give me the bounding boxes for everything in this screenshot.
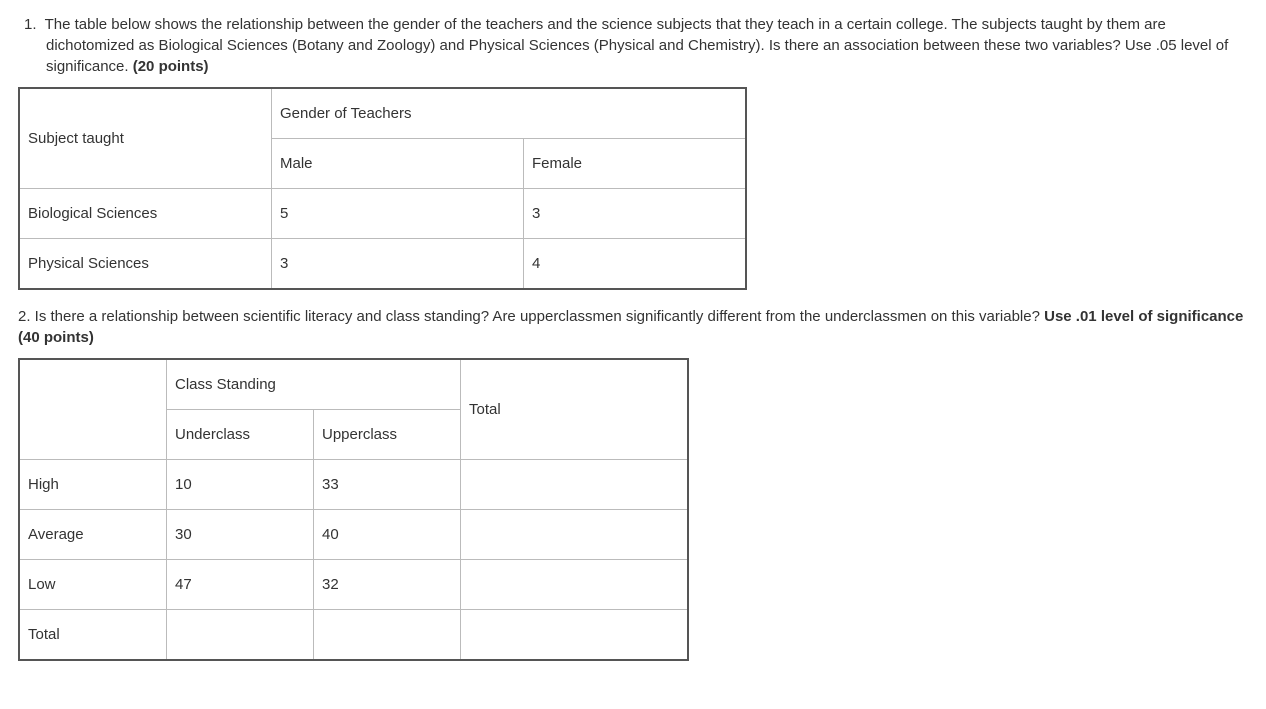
t2-total-header: Total — [461, 359, 689, 460]
t1-cell: 5 — [272, 189, 524, 239]
t1-col-group-title: Gender of Teachers — [272, 88, 747, 139]
t2-cell-total — [461, 460, 689, 510]
t1-cell: 4 — [524, 239, 747, 290]
t2-col-group-title: Class Standing — [167, 359, 461, 410]
t2-corner-blank — [19, 359, 167, 460]
t1-row-label: Physical Sciences — [19, 239, 272, 290]
table-1: Subject taught Gender of Teachers Male F… — [18, 87, 747, 290]
t2-cell: 30 — [167, 510, 314, 560]
question-2-text: 2. Is there a relationship between scien… — [18, 308, 1044, 325]
t1-row-label: Biological Sciences — [19, 189, 272, 239]
t2-cell-total — [461, 560, 689, 610]
t2-cell-total — [461, 510, 689, 560]
question-1-points: (20 points) — [133, 58, 209, 75]
t2-cell: 47 — [167, 560, 314, 610]
question-2: 2. Is there a relationship between scien… — [18, 306, 1248, 348]
t1-col-header-male: Male — [272, 139, 524, 189]
t2-cell-total — [167, 610, 314, 661]
t2-row-label: Low — [19, 560, 167, 610]
table-row: Average 30 40 — [19, 510, 688, 560]
t2-cell: 40 — [314, 510, 461, 560]
question-1-number: 1. — [24, 16, 37, 33]
t1-cell: 3 — [272, 239, 524, 290]
t2-col-header-upperclass: Upperclass — [314, 410, 461, 460]
t2-cell-total — [461, 610, 689, 661]
t2-cell: 32 — [314, 560, 461, 610]
t1-cell: 3 — [524, 189, 747, 239]
t2-cell: 10 — [167, 460, 314, 510]
t2-cell: 33 — [314, 460, 461, 510]
question-2-points: (40 points) — [18, 329, 94, 346]
table-2: Class Standing Total Underclass Uppercla… — [18, 358, 689, 661]
t2-cell-total — [314, 610, 461, 661]
t1-col-header-female: Female — [524, 139, 747, 189]
question-2-sig: Use .01 level of significance — [1044, 308, 1243, 325]
t2-col-header-underclass: Underclass — [167, 410, 314, 460]
question-1-text: The table below shows the relationship b… — [45, 16, 1229, 75]
question-1: 1. The table below shows the relationshi… — [18, 14, 1248, 77]
table-row: High 10 33 — [19, 460, 688, 510]
table-row: Total — [19, 610, 688, 661]
t2-row-label: High — [19, 460, 167, 510]
t1-row-header-title: Subject taught — [19, 88, 272, 189]
table-row: Low 47 32 — [19, 560, 688, 610]
t2-row-label: Average — [19, 510, 167, 560]
table-row: Biological Sciences 5 3 — [19, 189, 746, 239]
table-row: Physical Sciences 3 4 — [19, 239, 746, 290]
t2-total-row-label: Total — [19, 610, 167, 661]
